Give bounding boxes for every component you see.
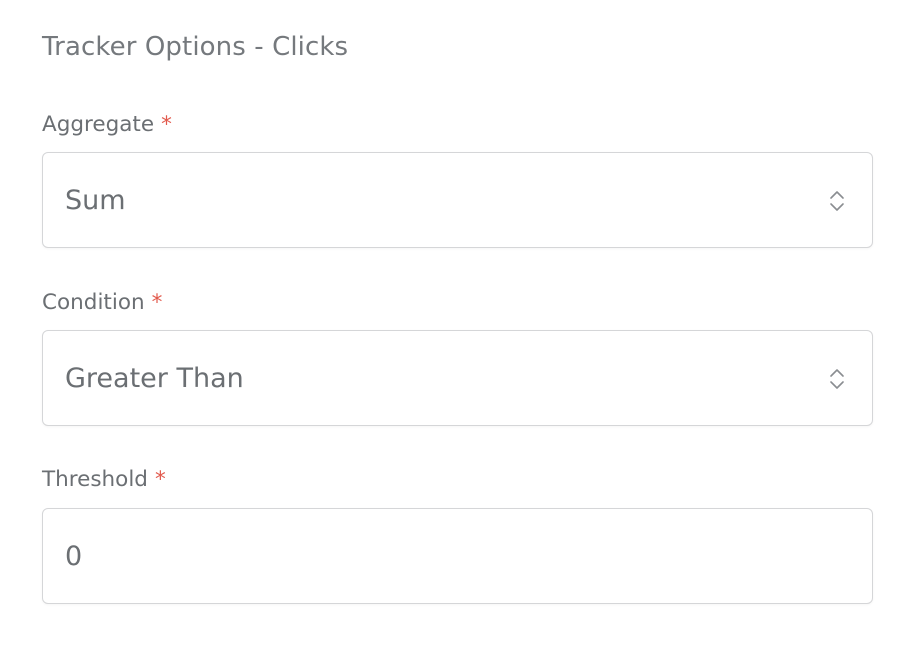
aggregate-label-text: Aggregate (42, 112, 155, 137)
threshold-label: Threshold * (42, 465, 166, 495)
chevron-up-down-icon (828, 190, 846, 212)
required-indicator: * (151, 290, 163, 315)
section-title: Tracker Options - Clicks (42, 32, 349, 62)
threshold-label-text: Threshold (42, 467, 148, 492)
chevron-up-down-icon (828, 368, 846, 390)
condition-label: Condition * (42, 288, 162, 318)
condition-label-text: Condition (42, 290, 145, 315)
required-indicator: * (161, 112, 172, 137)
aggregate-label: Aggregate * (42, 110, 172, 140)
aggregate-select-value: Sum (65, 185, 126, 216)
threshold-input-value: 0 (65, 541, 83, 572)
aggregate-select[interactable]: Sum (42, 152, 873, 248)
condition-select-value: Greater Than (65, 363, 244, 394)
required-indicator: * (154, 467, 166, 492)
condition-select[interactable]: Greater Than (42, 330, 873, 426)
threshold-input[interactable]: 0 (42, 508, 873, 604)
